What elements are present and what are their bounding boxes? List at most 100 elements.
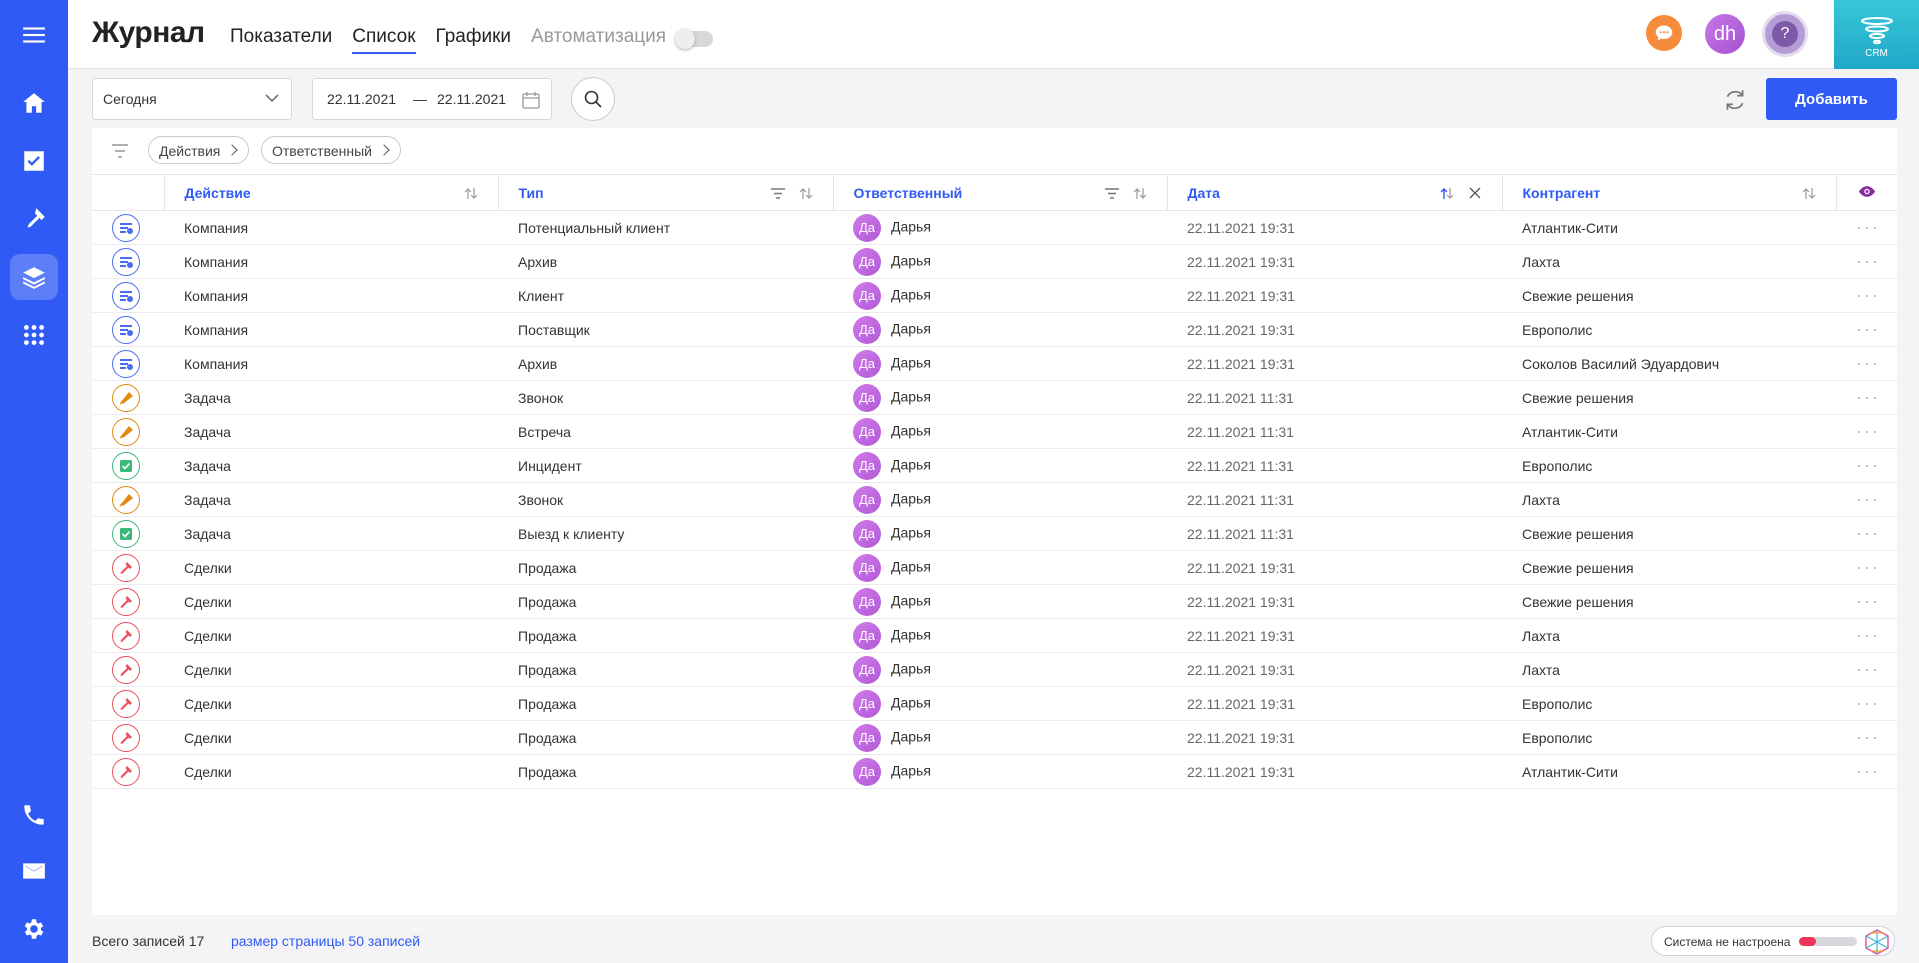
eye-icon[interactable] [1858,185,1876,198]
table-row[interactable]: Компания Клиент Да Дарья 22.11.2021 19:31 Све… [92,278,1897,313]
row-menu-icon[interactable]: ··· [1836,278,1897,313]
apps-icon[interactable] [10,312,58,358]
tab-charts[interactable]: Графики [436,26,512,54]
tab-indicators[interactable]: Показатели [230,26,332,54]
responsible-cell: Да Дарья [833,550,1167,585]
chip-actions[interactable]: Действия [148,136,250,164]
col-visibility[interactable] [1836,174,1897,211]
settings-icon[interactable] [10,906,58,952]
date-to[interactable]: 22.11.2021 [437,91,506,107]
menu-icon[interactable] [10,12,58,58]
sort-icon[interactable] [464,187,478,200]
row-menu-icon[interactable]: ··· [1836,346,1897,381]
col-date[interactable]: Дата [1167,174,1503,211]
col-responsible-label: Ответственный [853,184,963,201]
row-menu-icon[interactable]: ··· [1836,448,1897,483]
row-menu-icon[interactable]: ··· [1836,584,1897,619]
sort-icon[interactable] [799,187,813,200]
task-bell-icon [112,383,140,412]
col-contractor[interactable]: Контрагент [1502,174,1837,211]
filter-icon[interactable] [770,187,785,200]
action-cell: Компания [164,278,498,313]
filter-icon[interactable] [111,143,129,159]
deals-icon[interactable] [10,196,58,242]
col-action[interactable]: Действие [164,174,499,211]
user-avatar[interactable]: dh [1705,14,1745,54]
row-menu-icon[interactable]: ··· [1836,380,1897,415]
help-button[interactable]: ? [1765,14,1805,54]
deal-icon [112,655,140,684]
tab-automation[interactable]: Автоматизация [531,26,666,54]
row-menu-icon[interactable]: ··· [1836,482,1897,517]
row-menu-icon[interactable]: ··· [1836,618,1897,653]
journal-icon[interactable] [10,254,58,300]
system-status[interactable]: Система не настроена [1651,926,1895,956]
date-from[interactable]: 22.11.2021 [327,91,396,107]
search-button[interactable] [571,77,615,121]
table-row[interactable]: Задача Звонок Да Дарья 22.11.2021 11:31 Лахта… [92,482,1897,517]
page-size-link[interactable]: размер страницы 50 записей [231,933,420,949]
row-menu-icon[interactable]: ··· [1836,754,1897,789]
sort-icon[interactable] [1802,187,1816,200]
sort-active-icon[interactable] [1440,187,1454,200]
row-menu-icon[interactable]: ··· [1836,210,1897,245]
task-check-icon [112,519,140,548]
table-row[interactable]: Задача Выезд к клиенту Да Дарья 22.11.2021 1… [92,516,1897,551]
date-separator: — [413,91,427,107]
refresh-icon[interactable] [1722,87,1748,113]
company-icon [112,349,140,378]
avatar: Да [853,655,881,684]
table-row[interactable]: Сделки Продажа Да Дарья 22.11.2021 19:31 Лахт… [92,652,1897,687]
row-menu-icon[interactable]: ··· [1836,244,1897,279]
table-row[interactable]: Компания Поставщик Да Дарья 22.11.2021 19:31… [92,312,1897,347]
date-cell: 22.11.2021 19:31 [1167,210,1502,245]
period-value: Сегодня [103,91,157,107]
home-icon[interactable] [10,80,58,126]
row-menu-icon[interactable]: ··· [1836,312,1897,347]
row-type-cell [92,618,164,653]
col-responsible[interactable]: Ответственный [833,174,1168,211]
table-row[interactable]: Задача Инцидент Да Дарья 22.11.2021 11:31 Евр… [92,448,1897,483]
mail-icon[interactable] [10,848,58,894]
row-type-cell [92,584,164,619]
row-menu-icon[interactable]: ··· [1836,414,1897,449]
calendar-icon[interactable] [521,90,541,110]
tab-list[interactable]: Список [352,26,416,54]
row-menu-icon[interactable]: ··· [1836,516,1897,551]
sort-icon[interactable] [1133,187,1147,200]
table-row[interactable]: Сделки Продажа Да Дарья 22.11.2021 19:31 Атла… [92,754,1897,789]
deal-icon [112,689,140,718]
filter-icon[interactable] [1104,187,1119,200]
crm-logo[interactable]: CRM [1834,0,1919,69]
row-menu-icon[interactable]: ··· [1836,686,1897,721]
row-menu-icon[interactable]: ··· [1836,550,1897,585]
close-icon[interactable] [1468,187,1482,200]
chip-responsible[interactable]: Ответственный [261,136,401,164]
table-row[interactable]: Компания Архив Да Дарья 22.11.2021 19:31 Соко… [92,346,1897,381]
table-row[interactable]: Задача Встреча Да Дарья 22.11.2021 11:31 Атла… [92,414,1897,449]
date-range-picker[interactable]: 22.11.2021 — 22.11.2021 [312,78,552,120]
chat-icon[interactable] [1646,15,1682,51]
responsible-cell: Да Дарья [833,380,1167,415]
table-row[interactable]: Сделки Продажа Да Дарья 22.11.2021 19:31 Евро… [92,686,1897,721]
col-action-label: Действие [184,184,251,201]
period-select[interactable]: Сегодня [92,78,292,120]
row-type-cell [92,244,164,279]
automation-toggle[interactable] [675,29,713,49]
contractor-cell: Европолис [1502,448,1836,483]
table-row[interactable]: Задача Звонок Да Дарья 22.11.2021 11:31 Свежи… [92,380,1897,415]
table-row[interactable]: Сделки Продажа Да Дарья 22.11.2021 19:31 Свеж… [92,584,1897,619]
table-row[interactable]: Сделки Продажа Да Дарья 22.11.2021 19:31 Свеж… [92,550,1897,585]
tasks-icon[interactable] [10,138,58,184]
col-type[interactable]: Тип [498,174,834,211]
table-row[interactable]: Компания Потенциальный клиент Да Дарья 22.11… [92,210,1897,245]
responsible-name: Дарья [891,558,931,575]
add-button[interactable]: Добавить [1766,78,1897,120]
row-menu-icon[interactable]: ··· [1836,720,1897,755]
phone-icon[interactable] [10,792,58,838]
table-row[interactable]: Сделки Продажа Да Дарья 22.11.2021 19:31 Лахт… [92,618,1897,653]
row-menu-icon[interactable]: ··· [1836,652,1897,687]
table-row[interactable]: Компания Архив Да Дарья 22.11.2021 19:31 Лахт… [92,244,1897,279]
table-row[interactable]: Сделки Продажа Да Дарья 22.11.2021 19:31 Евро… [92,720,1897,755]
responsible-cell: Да Дарья [833,278,1167,313]
